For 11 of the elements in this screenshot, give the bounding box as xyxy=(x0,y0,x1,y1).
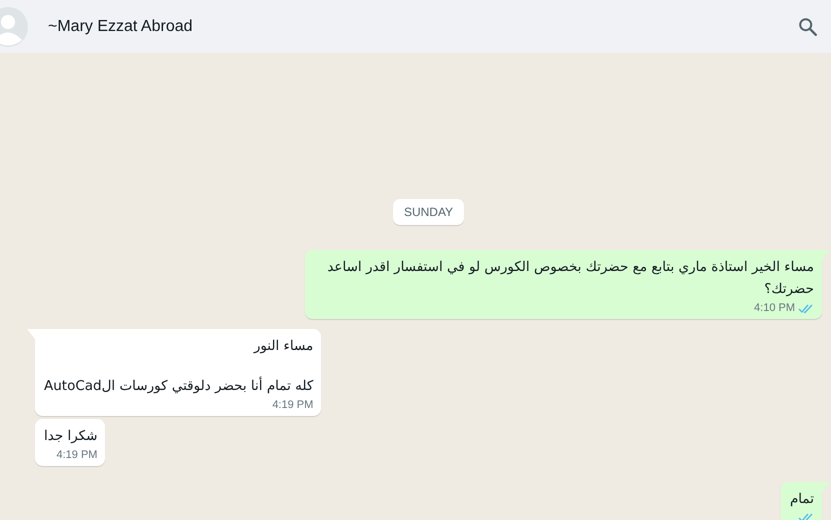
message-time: 4:19 PM xyxy=(56,449,98,461)
search-icon[interactable] xyxy=(797,16,819,38)
message-text: مساء الخير استاذة ماري بتابع مع حضرتك بخصوص الكورس لو في استفسار اقدر اساعد حضرتك؟ xyxy=(326,258,814,299)
contact-name[interactable]: ~Mary Ezzat Abroad xyxy=(48,18,797,36)
message-text: تمام xyxy=(790,490,814,509)
message-text: كله تمام أنا بحضر دلوقتي كورسات الAutoCad xyxy=(44,376,314,396)
date-chip: SUNDAY xyxy=(392,199,464,225)
message-time: 4:10 PM xyxy=(754,302,795,314)
message-text: شكرا جدا xyxy=(44,427,98,446)
message-text: مساء النور xyxy=(252,337,314,356)
message-time: 4:19 PM xyxy=(272,399,314,411)
